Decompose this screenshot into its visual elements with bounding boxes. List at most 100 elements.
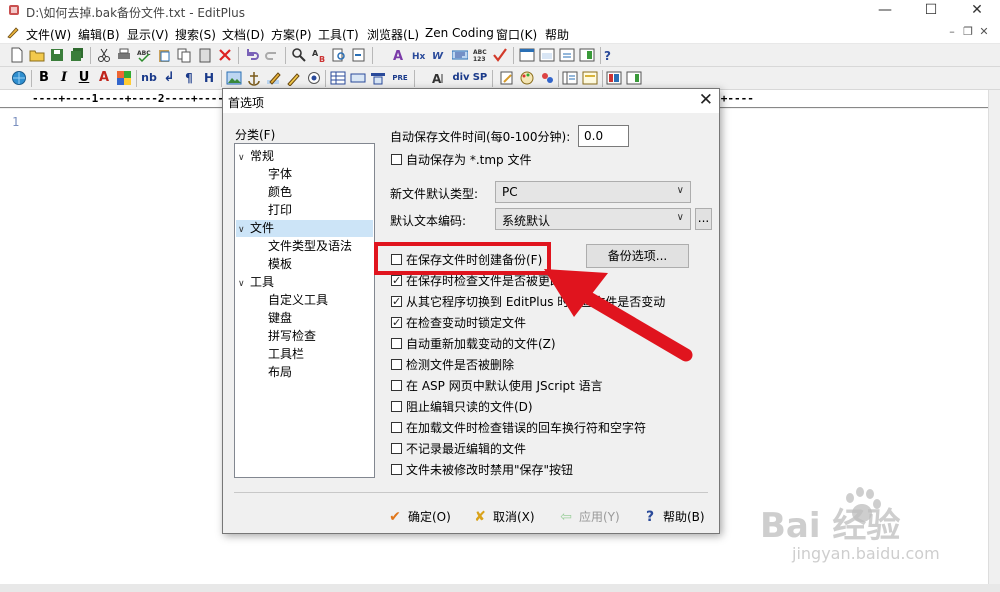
tree-node-file-types[interactable]: 文件类型及语法 (268, 238, 352, 255)
menu-edit[interactable]: 编辑(B) (78, 26, 120, 43)
script-icon[interactable] (499, 70, 515, 86)
browser-icon[interactable] (11, 70, 27, 86)
option-checkbox-0[interactable]: 在保存时检查文件是否被更改 (391, 273, 562, 289)
mdi-close-button[interactable]: ✕ (978, 26, 990, 38)
apply-button[interactable]: ⇦ 应用(Y) (557, 505, 620, 529)
cancel-button[interactable]: ✘ 取消(X) (471, 505, 534, 529)
paragraph-button[interactable]: ¶ (181, 70, 197, 86)
window3-icon[interactable] (559, 47, 575, 63)
option-checkbox-4[interactable]: 检测文件是否被删除 (391, 357, 514, 373)
menu-search[interactable]: 搜索(S) (175, 26, 216, 43)
ruler-icon[interactable] (452, 47, 468, 63)
tree-node-layout[interactable]: 布局 (268, 364, 292, 381)
ok-button[interactable]: ✔ 确定(O) (386, 505, 451, 529)
span-button[interactable]: SP (471, 70, 489, 86)
tree-node-tools[interactable]: ∨ 工具 (238, 274, 274, 291)
menu-help[interactable]: 帮助 (545, 26, 569, 43)
layout-icon[interactable] (562, 70, 578, 86)
option-checkbox-7[interactable]: 在加载文件时检查错误的回车换行符和空字符 (391, 420, 646, 436)
autosave-tmp-checkbox[interactable]: 自动保存为 *.tmp 文件 (391, 152, 531, 168)
heading-button[interactable]: H (201, 70, 217, 86)
menu-scheme[interactable]: 方案(P) (271, 26, 312, 43)
option-checkbox-6[interactable]: 阻止编辑只读的文件(D) (391, 399, 533, 415)
underline-button[interactable]: U (76, 70, 92, 86)
goto-icon[interactable] (351, 47, 367, 63)
undo-icon[interactable] (244, 47, 260, 63)
paste-icon[interactable] (156, 47, 172, 63)
tree-node-general[interactable]: ∨ 常规 (238, 148, 371, 165)
anchor-icon[interactable] (246, 70, 262, 86)
tree-node-print[interactable]: 打印 (268, 202, 292, 219)
autosave-interval-input[interactable]: 0.0 (578, 125, 629, 147)
table-cell-icon[interactable] (370, 70, 386, 86)
menu-view[interactable]: 显示(V) (127, 26, 169, 43)
pencil-icon[interactable] (286, 70, 302, 86)
cut-icon[interactable] (96, 47, 112, 63)
radio-icon[interactable] (306, 70, 322, 86)
tree-node-file[interactable]: ∨ 文件 (236, 220, 373, 237)
paste-clipboard-icon[interactable] (197, 47, 213, 63)
color-chart-icon[interactable] (606, 70, 622, 86)
save-all-icon[interactable] (69, 47, 85, 63)
tree-node-keyboard[interactable]: 键盘 (268, 310, 292, 327)
replace-icon[interactable]: AB (311, 47, 327, 63)
line-break-button[interactable]: ↲ (161, 70, 177, 86)
tree-node-custom-tools[interactable]: 自定义工具 (268, 292, 328, 309)
menu-tools[interactable]: 工具(T) (318, 26, 359, 43)
category-tree[interactable]: ∨ 常规 字体 颜色 打印 ∨ 文件 文件类型及语法 模板 ∨ 工具 自定义工具 键盘… (234, 143, 375, 478)
option-checkbox-2[interactable]: 在检查变动时锁定文件 (391, 315, 526, 331)
default-encoding-select[interactable]: 系统默认 ∨ (495, 208, 691, 230)
delete-icon[interactable] (217, 47, 233, 63)
mdi-minimize-button[interactable]: – (946, 26, 958, 38)
tree-node-color[interactable]: 颜色 (268, 184, 292, 201)
check-icon[interactable] (492, 47, 508, 63)
table-icon[interactable] (330, 70, 346, 86)
font-color-button[interactable]: A (96, 70, 112, 86)
tools-icon[interactable] (539, 70, 555, 86)
color-grid-icon[interactable] (116, 70, 132, 86)
help-icon[interactable]: ? (601, 47, 617, 63)
minimize-button[interactable]: — (862, 0, 908, 22)
find-in-files-icon[interactable] (331, 47, 347, 63)
horizontal-scrollbar[interactable] (0, 584, 1000, 592)
dialog-close-button[interactable]: ✕ (699, 90, 713, 110)
menu-zen-coding[interactable]: Zen Coding (425, 26, 494, 40)
menu-document[interactable]: 文档(D) (222, 26, 265, 43)
option-checkbox-5[interactable]: 在 ASP 网页中默认使用 JScript 语言 (391, 378, 603, 394)
edit-icon[interactable] (266, 70, 282, 86)
new-file-type-select[interactable]: PC ∨ (495, 181, 691, 203)
word-wrap-icon[interactable]: W (432, 47, 448, 63)
mdi-restore-button[interactable]: ❐ (962, 26, 974, 38)
find-icon[interactable] (291, 47, 307, 63)
redo-icon[interactable] (264, 47, 280, 63)
menu-file[interactable]: 文件(W) (26, 26, 71, 43)
bold-button[interactable]: B (36, 70, 52, 86)
font-icon[interactable]: A (392, 47, 408, 63)
close-window-button[interactable]: ✕ (954, 0, 1000, 22)
menu-window[interactable]: 窗口(K) (496, 26, 537, 43)
new-file-icon[interactable] (9, 47, 25, 63)
italic-button[interactable]: I (56, 70, 72, 86)
image-icon[interactable] (226, 70, 242, 86)
table-row-icon[interactable] (350, 70, 366, 86)
column-icon[interactable]: ABC123 (472, 47, 488, 63)
copy-icon[interactable] (176, 47, 192, 63)
toggle-icon[interactable] (626, 70, 642, 86)
print-icon[interactable] (116, 47, 132, 63)
div-button[interactable]: div (451, 70, 471, 86)
maximize-button[interactable]: ☐ (908, 0, 954, 22)
hex-icon[interactable]: Hx (412, 47, 428, 63)
option-checkbox-8[interactable]: 不记录最近编辑的文件 (391, 441, 526, 457)
nbsp-button[interactable]: nb (141, 70, 157, 86)
pre-button[interactable]: PRE (390, 70, 410, 86)
window2-icon[interactable] (539, 47, 555, 63)
tree-node-templates[interactable]: 模板 (268, 256, 292, 273)
open-file-icon[interactable] (29, 47, 45, 63)
menu-browser[interactable]: 浏览器(L) (367, 26, 419, 43)
encoding-more-button[interactable]: ... (695, 208, 712, 230)
save-icon[interactable] (49, 47, 65, 63)
window4-icon[interactable] (579, 47, 595, 63)
option-checkbox-3[interactable]: 自动重新加载变动的文件(Z) (391, 336, 556, 352)
help-button[interactable]: ? 帮助(B) (641, 505, 705, 529)
tree-node-toolbar[interactable]: 工具栏 (268, 346, 304, 363)
